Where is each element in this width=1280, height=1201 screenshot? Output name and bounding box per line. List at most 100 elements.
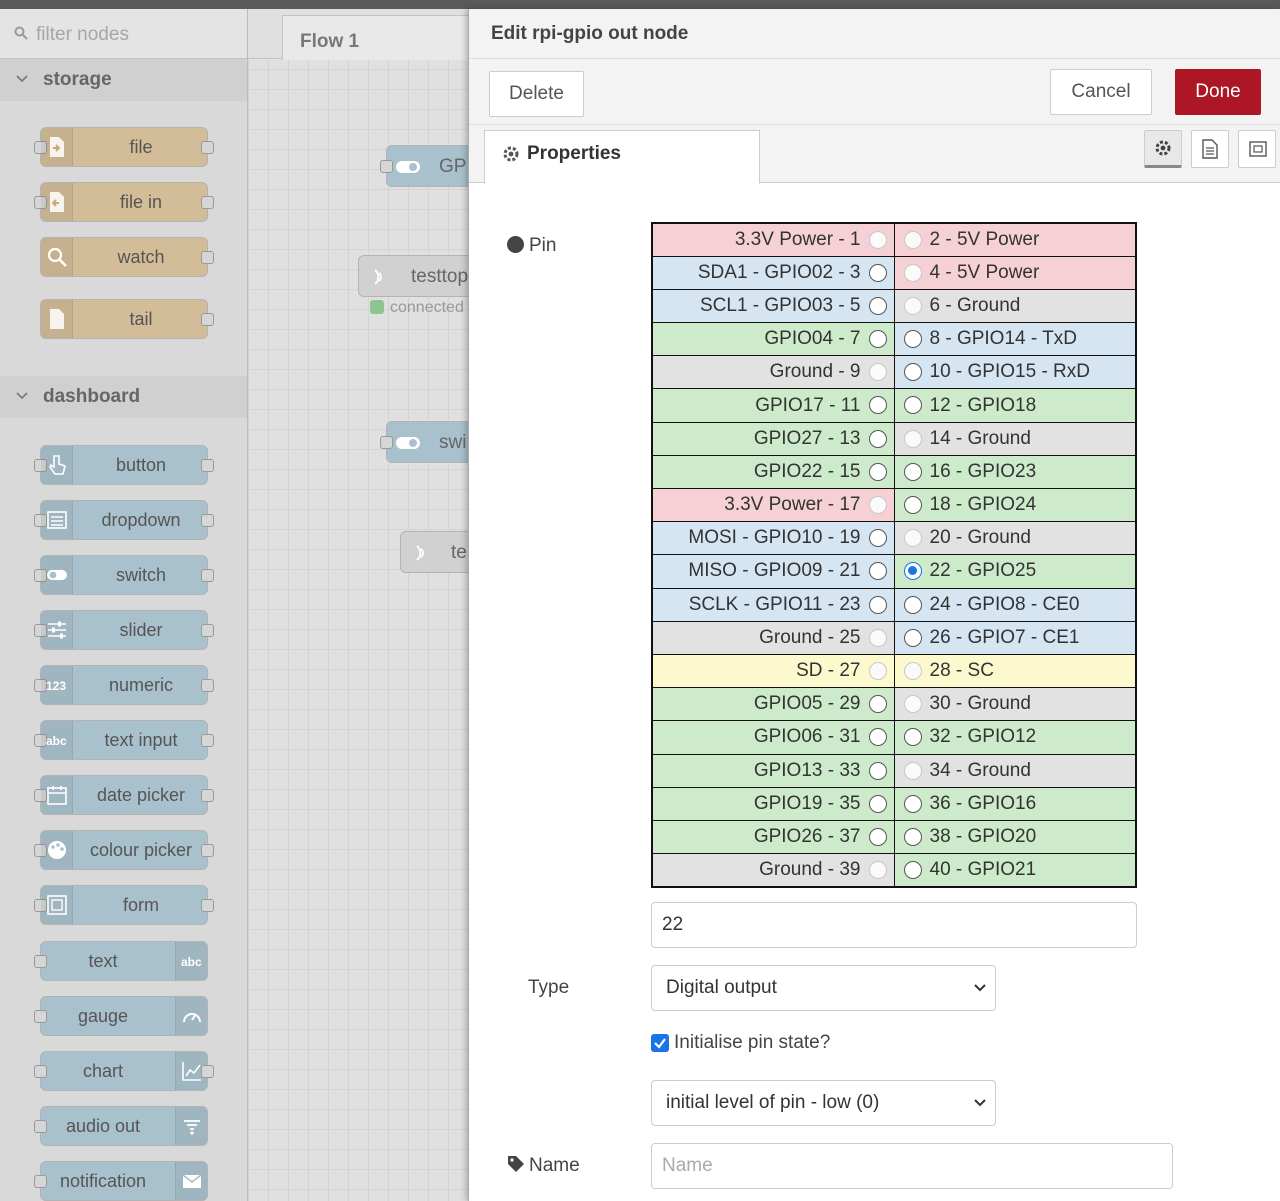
magnifier-icon — [41, 238, 73, 276]
workspace-node-switch[interactable]: swi — [380, 421, 468, 463]
palette-node-dropdown[interactable]: dropdown — [34, 500, 214, 540]
pin-name: 16 - GPIO23 — [929, 460, 1037, 482]
pin-name: Ground - 39 — [759, 858, 861, 880]
pin-row: GPIO27 - 13 14 - Ground — [651, 421, 1137, 456]
wifi-icon — [175, 1107, 207, 1145]
text-abc-icon: abc — [41, 721, 73, 759]
tab-settings[interactable] — [1144, 130, 1182, 168]
pin-radio[interactable] — [903, 462, 922, 481]
palette-node-form[interactable]: form — [34, 885, 214, 925]
palette-node-text-input[interactable]: abc text input — [34, 720, 214, 760]
palette-node-audio-out[interactable]: audio out — [34, 1106, 208, 1146]
pin-cell: 2 - 5V Power — [893, 222, 1137, 257]
pin-radio[interactable] — [868, 263, 887, 282]
pin-name: 14 - Ground — [929, 427, 1031, 449]
pin-radio[interactable] — [903, 496, 922, 514]
pin-radio[interactable] — [868, 562, 887, 581]
palette-node-notification[interactable]: notification — [34, 1161, 208, 1201]
palette-node-file[interactable]: file — [34, 127, 214, 167]
palette-node-colour-picker[interactable]: colour picker — [34, 830, 214, 870]
pin-radio[interactable] — [868, 794, 887, 813]
edit-tray: Edit rpi-gpio out node Delete Cancel Don… — [468, 9, 1280, 1201]
type-select[interactable]: Digital output — [651, 965, 996, 1011]
pin-radio[interactable] — [868, 330, 887, 349]
pin-radio[interactable] — [903, 861, 922, 880]
pin-cell: 14 - Ground — [893, 421, 1137, 456]
pin-radio — [903, 661, 922, 680]
status-text: connected — [390, 299, 464, 316]
type-label: Type — [528, 977, 570, 998]
pin-radio[interactable] — [868, 429, 887, 448]
pin-cell: 40 - GPIO21 — [893, 853, 1137, 888]
pin-radio[interactable] — [903, 330, 922, 349]
pin-radio[interactable] — [903, 562, 922, 581]
pin-cell: 10 - GPIO15 - RxD — [893, 355, 1137, 390]
pin-cell: 38 - GPIO20 — [893, 819, 1137, 855]
pin-radio[interactable] — [903, 827, 922, 846]
pin-cell: Ground - 25 — [651, 620, 895, 655]
node-label: text — [88, 951, 118, 971]
cancel-button[interactable]: Cancel — [1050, 69, 1152, 115]
toggle-icon — [41, 556, 73, 594]
filter-nodes-input[interactable]: filter nodes — [36, 24, 129, 46]
tray-header: Edit rpi-gpio out node — [469, 9, 1280, 59]
pin-radio[interactable] — [868, 728, 887, 747]
tab-appearance[interactable] — [1238, 130, 1276, 168]
pin-radio[interactable] — [868, 296, 887, 315]
palette-node-tail[interactable]: tail — [40, 299, 214, 339]
tab-description[interactable] — [1191, 130, 1229, 168]
workspace-node-testtop[interactable]: testtop — [358, 255, 468, 297]
done-button[interactable]: Done — [1175, 69, 1261, 115]
tab-properties[interactable]: Properties — [484, 130, 760, 184]
palette-node-chart[interactable]: chart — [34, 1051, 214, 1091]
check-icon — [654, 1038, 666, 1049]
initial-level-select[interactable]: initial level of pin - low (0) — [651, 1080, 996, 1126]
category-dashboard[interactable]: dashboard — [0, 376, 247, 418]
palette-node-numeric[interactable]: 123 numeric — [34, 665, 214, 705]
node-label: form — [123, 895, 159, 915]
pin-radio[interactable] — [868, 761, 887, 780]
palette-node-text[interactable]: text abc — [34, 941, 208, 981]
palette-node-switch[interactable]: switch — [34, 555, 214, 595]
pin-cell: MOSI - GPIO10 - 19 — [651, 521, 895, 556]
category-storage[interactable]: storage — [0, 59, 247, 101]
delete-button[interactable]: Delete — [489, 71, 584, 117]
pin-name: 28 - SC — [929, 660, 994, 682]
palette-node-button[interactable]: button — [34, 445, 214, 485]
pin-cell: 4 - 5V Power — [893, 255, 1137, 290]
pin-radio[interactable] — [903, 595, 922, 614]
svg-text:123: 123 — [46, 679, 66, 693]
palette-node-date-picker[interactable]: date picker — [34, 775, 214, 815]
pin-radio[interactable] — [903, 628, 922, 647]
pin-radio[interactable] — [903, 728, 922, 747]
pin-radio[interactable] — [903, 363, 922, 382]
output-port — [201, 734, 214, 747]
pin-radio[interactable] — [903, 396, 922, 415]
pin-radio[interactable] — [903, 794, 922, 813]
palette-node-slider[interactable]: slider — [34, 610, 214, 650]
palette-node-file-in[interactable]: file in — [34, 182, 214, 222]
pin-row: GPIO13 - 33 34 - Ground — [651, 753, 1137, 788]
pin-radio[interactable] — [868, 462, 887, 481]
pin-name: MISO - GPIO09 - 21 — [688, 560, 861, 582]
pin-radio[interactable] — [868, 695, 887, 714]
top-bar — [0, 0, 1280, 9]
pin-number-input[interactable]: 22 — [651, 902, 1137, 948]
palette-node-watch[interactable]: watch — [40, 237, 214, 277]
initialise-pin-checkbox[interactable] — [651, 1034, 669, 1052]
name-input[interactable]: Name — [651, 1143, 1173, 1189]
palette-node-gauge[interactable]: gauge — [34, 996, 208, 1036]
workspace-node-te[interactable]: te — [400, 531, 468, 573]
flow-workspace[interactable]: Flow 1 GP testtop connected swi te — [248, 9, 468, 1201]
pin-cell: 28 - SC — [893, 653, 1137, 689]
pin-radio[interactable] — [868, 396, 887, 415]
pin-name: 6 - Ground — [929, 294, 1021, 316]
tab-flow-1[interactable]: Flow 1 — [282, 15, 468, 60]
pin-radio[interactable] — [868, 827, 887, 846]
pin-name: 32 - GPIO12 — [929, 726, 1037, 748]
pin-radio[interactable] — [868, 529, 887, 548]
pin-radio[interactable] — [868, 595, 887, 614]
workspace-node-gpio[interactable]: GP — [380, 145, 468, 187]
filter-nodes-box[interactable]: filter nodes — [0, 9, 247, 59]
signal-icon — [374, 269, 382, 285]
